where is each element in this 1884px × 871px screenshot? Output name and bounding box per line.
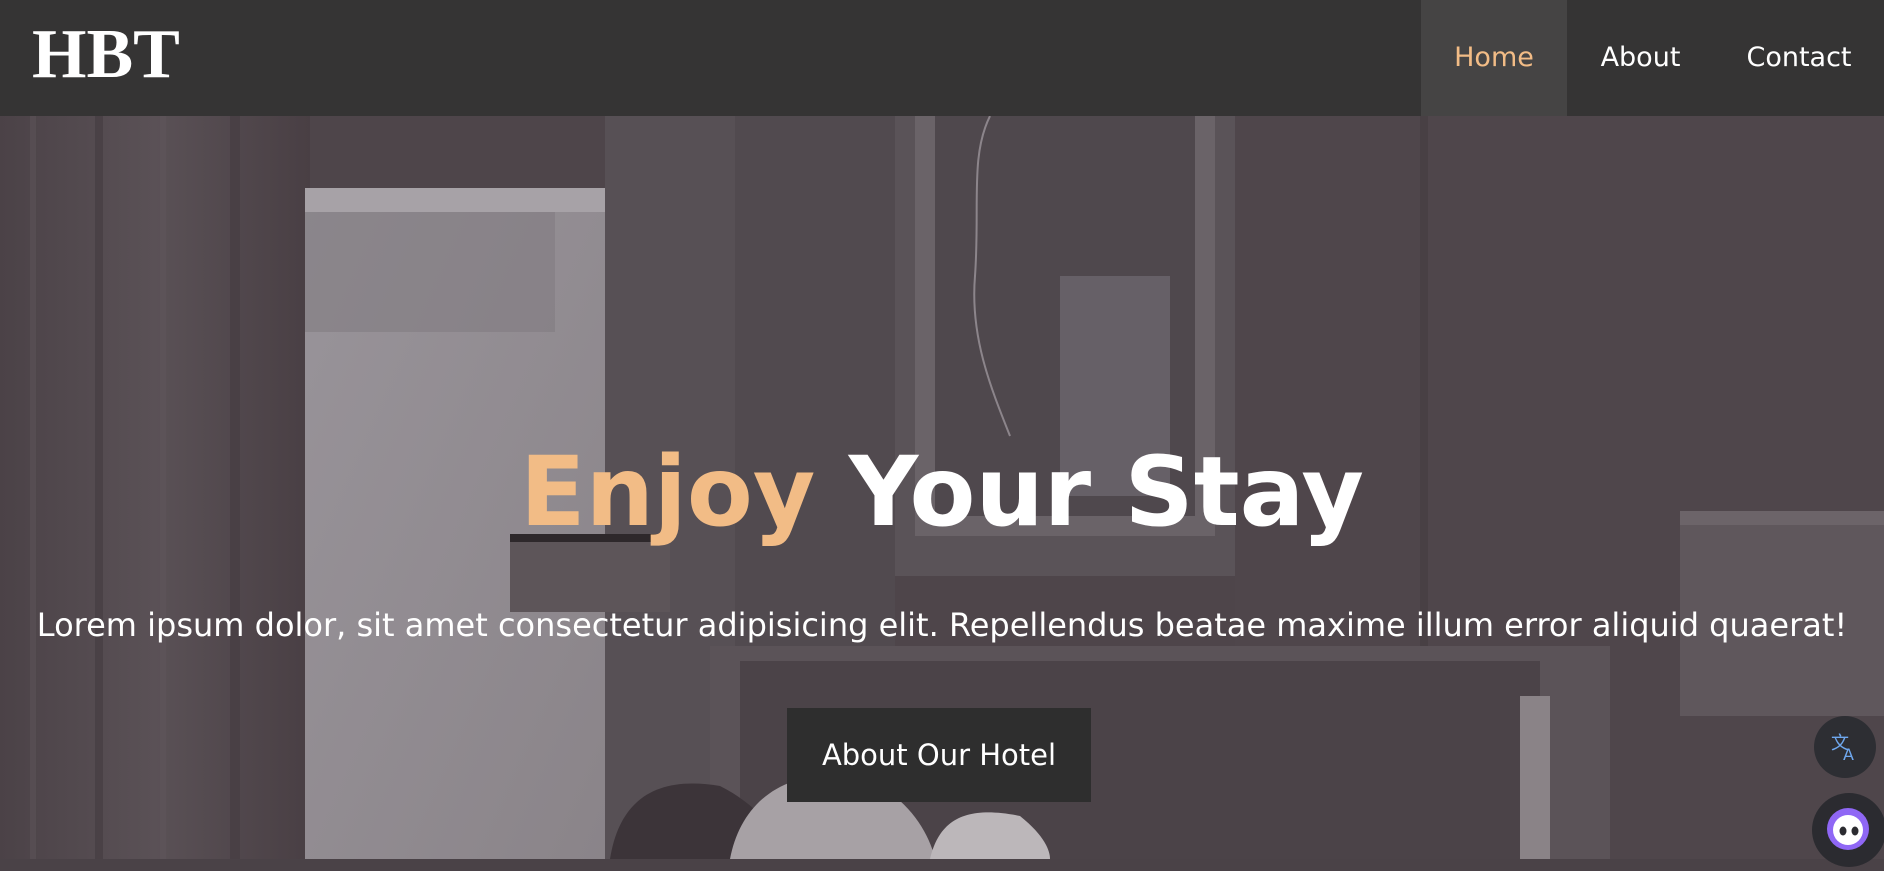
hero-title-accent: Enjoy xyxy=(520,436,816,548)
hero-title: Enjoy Your Stay xyxy=(0,432,1884,552)
hero-subtitle: Lorem ipsum dolor, sit amet consectetur … xyxy=(36,606,1848,644)
nav-contact-link[interactable]: Contact xyxy=(1714,0,1884,116)
nav-home-link[interactable]: Home xyxy=(1421,0,1567,116)
assistant-face-icon xyxy=(1827,808,1869,850)
nav-about-link[interactable]: About xyxy=(1567,0,1714,116)
assistant-button[interactable] xyxy=(1812,793,1884,867)
about-hotel-button[interactable]: About Our Hotel xyxy=(787,708,1091,802)
translate-icon: 文 A xyxy=(1831,733,1854,764)
site-logo[interactable]: HBT xyxy=(32,14,180,96)
svg-text:A: A xyxy=(1843,745,1854,764)
translate-button[interactable]: 文 A xyxy=(1814,716,1876,778)
hero-title-rest: Your Stay xyxy=(848,436,1364,548)
navbar: HBT Home About Contact xyxy=(0,0,1884,116)
hero-section: Enjoy Your Stay Lorem ipsum dolor, sit a… xyxy=(0,116,1884,859)
